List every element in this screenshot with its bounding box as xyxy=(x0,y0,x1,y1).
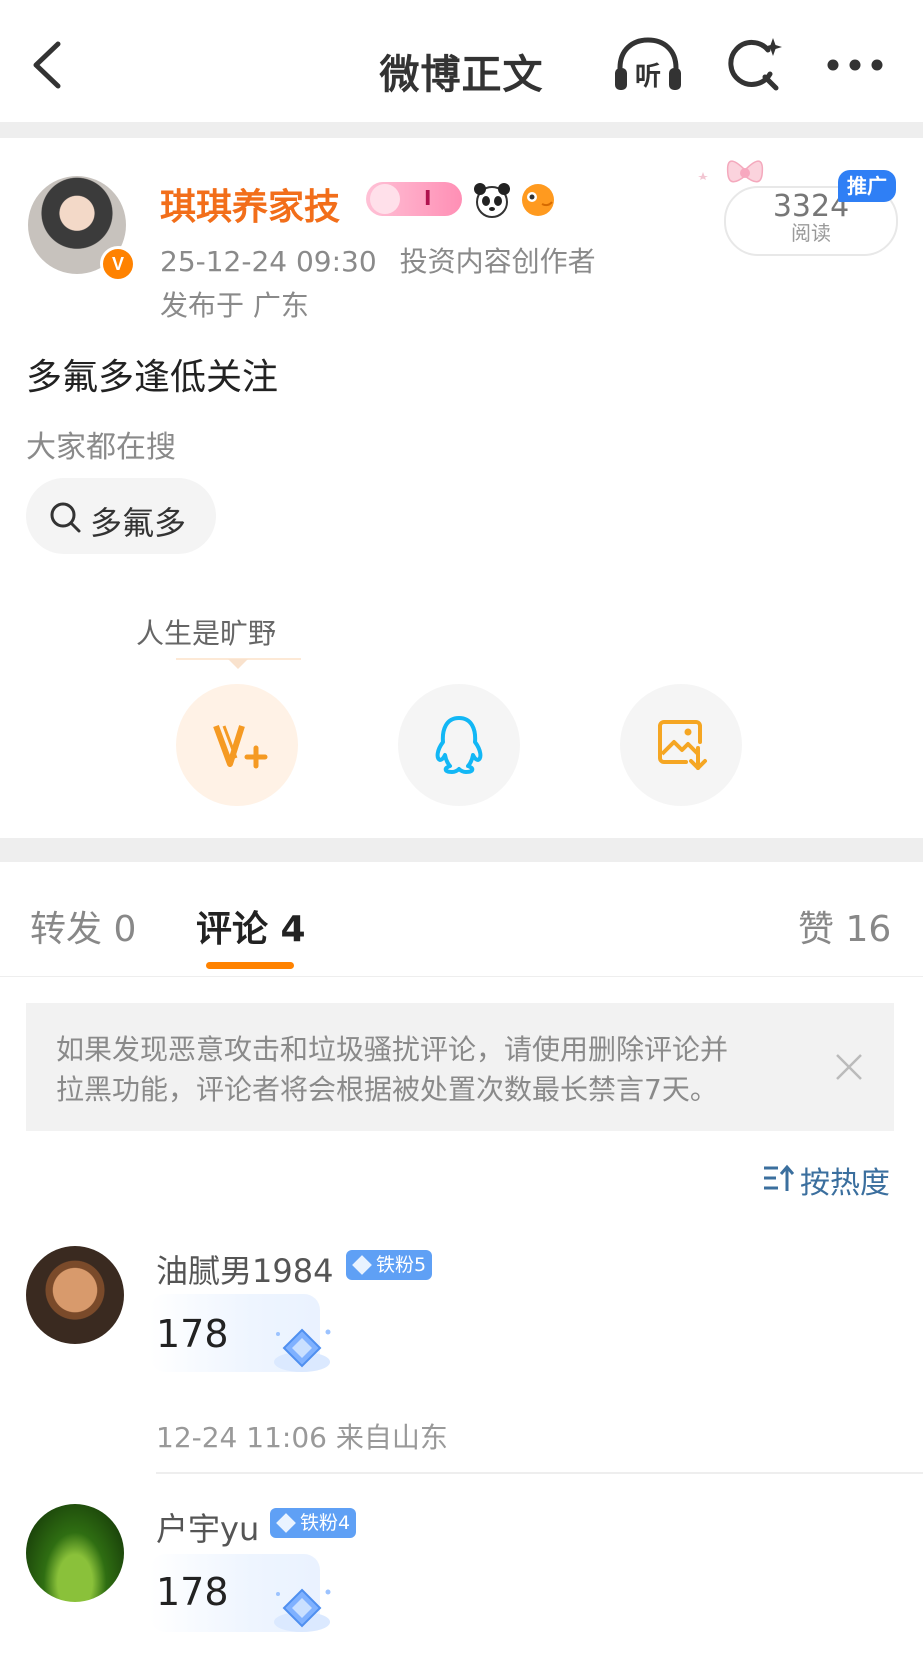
section-divider xyxy=(0,838,923,862)
tab-repost[interactable]: 转发 0 xyxy=(30,900,136,952)
fish-icon xyxy=(522,184,554,216)
member-badge: I xyxy=(366,182,462,216)
diamond-decoration-icon xyxy=(274,1588,331,1632)
badge-letter: I xyxy=(424,186,432,210)
close-icon[interactable] xyxy=(834,1052,864,1082)
cherry-icon xyxy=(370,184,400,214)
fan-badge: 铁粉4 xyxy=(270,1508,357,1538)
share-qq-button[interactable] xyxy=(398,684,520,806)
top-bar: 微博正文 听 xyxy=(0,0,923,122)
diamond-icon xyxy=(276,1513,296,1533)
save-image-button[interactable] xyxy=(620,684,742,806)
page-title: 微博正文 xyxy=(379,52,544,98)
sort-icon xyxy=(764,1164,794,1191)
vplus-icon xyxy=(213,724,268,769)
tooltip-arrow xyxy=(228,659,248,669)
fan-badge-label: 铁粉5 xyxy=(376,1254,427,1276)
comment-text: 178 xyxy=(156,1312,229,1356)
sort-button[interactable]: 按热度 xyxy=(762,1158,892,1201)
fan-badge: 铁粉5 xyxy=(346,1250,433,1280)
share-tooltip: 人生是旷野 xyxy=(136,617,277,650)
search-chip-label[interactable]: 多氟多 xyxy=(90,498,186,544)
diamond-decoration-icon xyxy=(274,1328,331,1372)
post-meta: 25-12-24 09:30 投资内容创作者 xyxy=(160,240,596,280)
author-role: 投资内容创作者 xyxy=(399,245,596,278)
save-image-icon xyxy=(658,720,707,770)
post-time: 25-12-24 09:30 xyxy=(160,245,377,278)
read-label: 阅读 xyxy=(791,221,831,245)
notice-line-1: 如果发现恶意攻击和垃圾骚扰评论，请使用删除评论并 xyxy=(56,1033,729,1066)
listen-button[interactable]: 听 xyxy=(612,36,684,94)
author-name[interactable]: 琪琪养家技 xyxy=(160,178,340,230)
search-icon[interactable] xyxy=(724,36,782,94)
commenter-avatar[interactable] xyxy=(26,1504,124,1602)
share-vplus-button[interactable] xyxy=(176,684,298,806)
panda-icon xyxy=(474,183,510,218)
search-section-header: 大家都在搜 xyxy=(26,430,176,465)
post-location: 发布于 广东 xyxy=(160,289,309,322)
commenter-name[interactable]: 油腻男1984 xyxy=(156,1246,333,1292)
post-content: 多氟多逢低关注 xyxy=(26,357,279,398)
verified-badge-icon: V xyxy=(100,246,136,282)
commenter-avatar[interactable] xyxy=(26,1246,124,1344)
sort-label: 按热度 xyxy=(800,1166,890,1201)
notice-line-2: 拉黑功能，评论者将会根据被处置次数最长禁言7天。 xyxy=(56,1073,718,1106)
section-divider xyxy=(0,122,923,138)
comment-divider xyxy=(156,1472,923,1474)
tab-divider xyxy=(0,976,923,977)
notice-text: 如果发现恶意攻击和垃圾骚扰评论，请使用删除评论并 拉黑功能，评论者将会根据被处置… xyxy=(56,1030,816,1110)
fan-badge-label: 铁粉4 xyxy=(300,1512,351,1534)
tab-comments[interactable]: 评论 4 xyxy=(196,900,306,952)
diamond-icon xyxy=(352,1255,372,1275)
active-tab-indicator xyxy=(206,962,294,969)
commenter-name[interactable]: 户宇yu xyxy=(156,1504,259,1550)
tab-likes[interactable]: 赞 16 xyxy=(798,900,891,952)
listen-label: 听 xyxy=(635,62,662,92)
search-icon xyxy=(50,502,81,533)
comment-meta: 12-24 11:06 来自山东 xyxy=(156,1421,448,1454)
qq-penguin-icon xyxy=(435,716,483,774)
more-icon[interactable] xyxy=(826,58,884,72)
promo-badge[interactable]: 推广 xyxy=(838,170,896,202)
comment-text: 178 xyxy=(156,1570,229,1614)
